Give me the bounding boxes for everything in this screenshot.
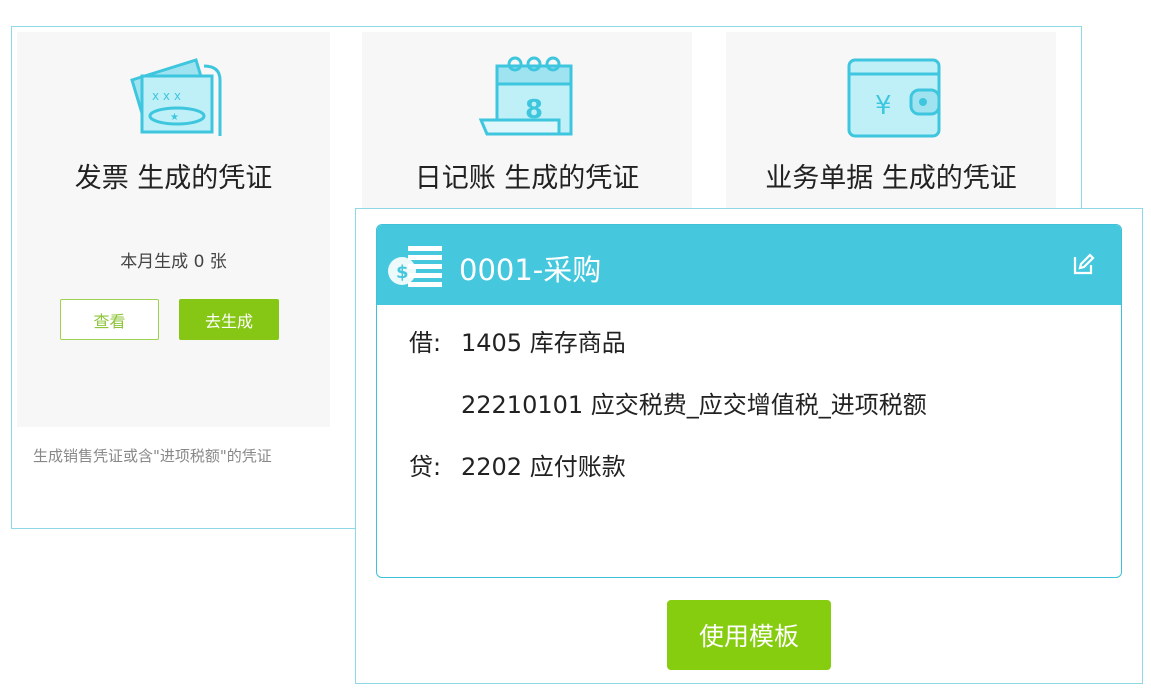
journal-card-title: 日记账 生成的凭证 bbox=[414, 163, 640, 194]
use-template-button[interactable]: 使用模板 bbox=[667, 600, 831, 670]
template-title: 0001-采购 bbox=[459, 253, 602, 287]
template-dialog: $ 0001-采购 借: 1405 库存商品 22210101 应交税费_应交增值… bbox=[355, 208, 1143, 684]
credit-tag: 贷: bbox=[409, 453, 442, 481]
debit-entry-1: 借: 1405 库存商品 bbox=[409, 323, 626, 358]
invoice-footnote: 生成销售凭证或含"进项税额"的凭证 bbox=[33, 447, 272, 465]
debit-entry-2: 22210101 应交税费_应交增值税_进项税额 bbox=[409, 385, 927, 420]
monthly-count: 本月生成 0 张 bbox=[120, 252, 227, 272]
invoice-voucher-card[interactable]: x x x ★ 发票 生成的凭证 本月生成 0 张 查看 去生成 bbox=[17, 32, 330, 427]
credit-entry: 贷: 2202 应付账款 bbox=[409, 447, 626, 482]
entry-text: 22210101 应交税费_应交增值税_进项税额 bbox=[461, 391, 927, 419]
generate-button[interactable]: 去生成 bbox=[179, 299, 279, 340]
entry-text: 2202 应付账款 bbox=[461, 453, 626, 481]
svg-text:¥: ¥ bbox=[875, 91, 892, 121]
invoice-card-title: 发票 生成的凭证 bbox=[74, 163, 273, 194]
money-list-icon: $ bbox=[388, 246, 442, 287]
edit-icon[interactable] bbox=[1071, 253, 1095, 277]
voucher-template-card[interactable]: $ 0001-采购 借: 1405 库存商品 22210101 应交税费_应交增值… bbox=[376, 224, 1122, 578]
wallet-icon: ¥ bbox=[847, 58, 941, 138]
svg-text:x x x: x x x bbox=[152, 89, 181, 103]
calendar-journal-icon: 8 bbox=[478, 56, 573, 136]
view-button[interactable]: 查看 bbox=[60, 299, 159, 340]
entry-text: 1405 库存商品 bbox=[461, 329, 626, 357]
document-card-title: 业务单据 生成的凭证 bbox=[765, 163, 1017, 194]
svg-text:★: ★ bbox=[170, 112, 179, 123]
template-header: $ 0001-采购 bbox=[377, 225, 1121, 305]
debit-tag: 借: bbox=[409, 329, 442, 357]
invoice-icon: x x x ★ bbox=[129, 58, 221, 136]
svg-text:$: $ bbox=[396, 262, 409, 283]
